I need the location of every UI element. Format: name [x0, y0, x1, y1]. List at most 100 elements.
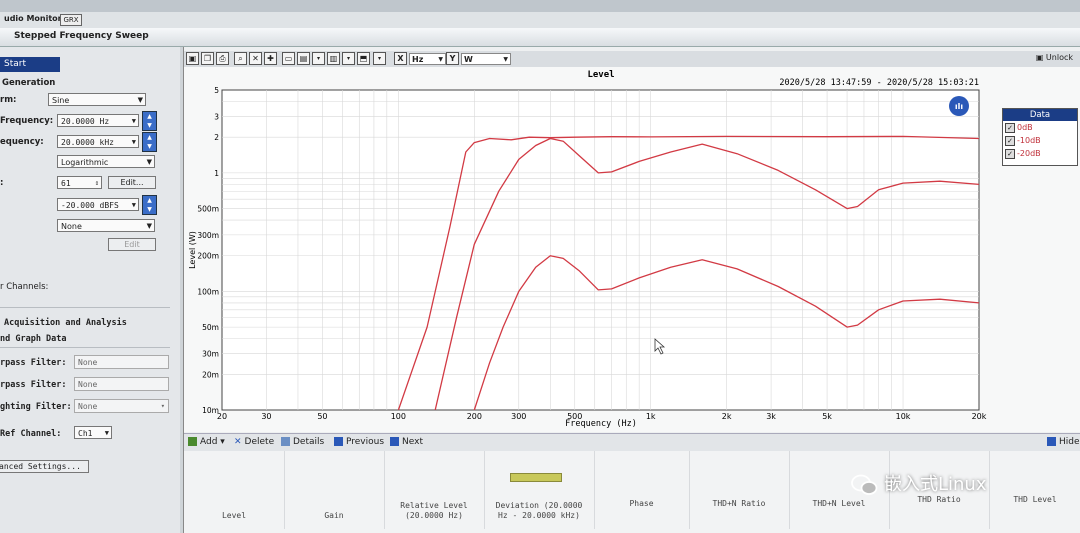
save-icon[interactable]: ▣ [186, 52, 199, 65]
points-field[interactable]: 61 ⇕ [57, 176, 102, 189]
checkbox-icon[interactable]: ✓ [1005, 136, 1015, 146]
print-icon[interactable]: ⎙ [216, 52, 229, 65]
window-title-bar [0, 0, 1080, 12]
dropdown-icon[interactable]: ▾ [342, 52, 355, 65]
lowpass-filter-label: rpass Filter: [0, 380, 67, 390]
stop-frequency-field[interactable]: 20.0000 kHz ▼ [57, 135, 139, 148]
stop-frequency-label: equency: [0, 137, 44, 147]
thumbnail-relative-level[interactable]: Relative Level (20.0000 Hz) [384, 451, 485, 529]
x-tick-label: 100 [391, 412, 406, 421]
x-tick-label: 20k [972, 412, 987, 421]
bandpass-filter-field[interactable]: None [74, 355, 169, 369]
chevron-down-icon: ▼ [137, 96, 143, 104]
legend-item-minus10db[interactable]: ✓ -10dB [1003, 134, 1077, 147]
divider [0, 307, 170, 308]
legend: Data ✓ 0dB ✓ -10dB ✓ -20dB [1002, 108, 1078, 166]
menu-badge[interactable]: GRX [60, 14, 82, 26]
waveform-select[interactable]: Sine ▼ [48, 93, 146, 106]
next-button[interactable]: Next [390, 437, 423, 447]
y-tick-label: 30m [202, 349, 219, 358]
add-button[interactable]: Add ▾ [188, 437, 225, 447]
start-frequency-stepper[interactable]: ▲ ▼ [142, 111, 157, 131]
advanced-settings-button[interactable]: anced Settings... [0, 460, 89, 473]
dropdown-icon[interactable]: ▾ [373, 52, 386, 65]
stepper-icon: ⇕ [94, 179, 99, 187]
unlock-button[interactable]: ▣ Unlock [1036, 53, 1073, 62]
graph-window: ▣ ❐ ⎙ ⌕ ✕ ✚ ▭ ▤ ▾ ▥ ▾ ⬒ ▾ X Hz ▼ Y W ▼ ▣ U… [183, 47, 1080, 533]
zoom-icon[interactable]: ⌕ [234, 52, 247, 65]
zoom-fit-icon[interactable]: ✕ [249, 52, 262, 65]
chevron-down-icon: ▼ [131, 201, 136, 209]
chart-title: Level [587, 70, 614, 80]
plot-area[interactable]: Level 2020/5/28 13:47:59 - 2020/5/28 15:… [184, 67, 1080, 432]
thumbnail-level[interactable]: Level [184, 451, 285, 529]
level-chart[interactable]: Level 2020/5/28 13:47:59 - 2020/5/28 15:… [184, 67, 1080, 432]
y-axis-icon[interactable]: Y [446, 52, 459, 65]
start-frequency-label: Frequency: [0, 116, 54, 126]
level-stepper[interactable]: ▲ ▼ [142, 195, 157, 215]
y-tick-label: 5 [214, 86, 219, 95]
details-button[interactable]: Details [281, 437, 324, 447]
dropdown-icon[interactable]: ▾ [312, 52, 325, 65]
thumbnail-phase[interactable]: Phase [594, 451, 690, 529]
thumbnail-thdn-ratio[interactable]: THD+N Ratio [689, 451, 790, 529]
x-axis-icon[interactable]: X [394, 52, 407, 65]
weighting-filter-label: ghting Filter: [0, 402, 72, 412]
weighting-filter-select[interactable]: None ▾ [74, 399, 169, 413]
x-scale-icon[interactable]: ▤ [297, 52, 310, 65]
sweep-type-select[interactable]: Logarithmic ▼ [57, 155, 155, 168]
eq-select[interactable]: None ▼ [57, 219, 155, 232]
unlock-icon: ▣ [1035, 53, 1046, 62]
thumbnail-gain[interactable]: Gain [284, 451, 385, 529]
stop-frequency-stepper[interactable]: ▲ ▼ [142, 132, 157, 152]
legend-title: Data [1003, 109, 1077, 121]
thumbnail-deviation[interactable]: Deviation (20.0000 Hz - 20.0000 kHz) [484, 451, 595, 529]
legend-item-minus20db[interactable]: ✓ -20dB [1003, 147, 1077, 160]
x-tick-label: 200 [467, 412, 482, 421]
hide-icon [1047, 437, 1056, 446]
sweep-title: Stepped Frequency Sweep [14, 31, 149, 41]
watermark: 嵌入式Linux [850, 470, 987, 497]
checkbox-icon[interactable]: ✓ [1005, 149, 1015, 159]
previous-button[interactable]: Previous [334, 437, 384, 447]
chevron-down-icon: ▼ [104, 429, 109, 437]
y-tick-label: 200m [197, 252, 219, 261]
hide-button[interactable]: Hide [1047, 437, 1080, 447]
y-tick-label: 50m [202, 323, 219, 332]
x-tick-label: 3k [766, 412, 776, 421]
ref-channel-select[interactable]: Ch1 ▼ [74, 426, 112, 439]
y-unit-select[interactable]: W ▼ [461, 53, 511, 65]
level-field[interactable]: -20.000 dBFS ▼ [57, 198, 139, 211]
divider [0, 347, 170, 348]
start-frequency-field[interactable]: 20.0000 Hz ▼ [57, 114, 139, 127]
copy-icon[interactable]: ❐ [201, 52, 214, 65]
close-icon: ✕ [234, 437, 242, 447]
waveform-label: rm: [0, 95, 17, 105]
y-scale-icon[interactable]: ▥ [327, 52, 340, 65]
thumbnail-thd-level[interactable]: THD Level [989, 451, 1080, 529]
details-icon [281, 437, 290, 446]
checkbox-icon[interactable]: ✓ [1005, 123, 1015, 133]
graph-area-icon[interactable]: ▭ [282, 52, 295, 65]
y-axis-label: Level (W) [188, 231, 197, 269]
add-icon [188, 437, 197, 446]
x-unit-select[interactable]: Hz ▼ [409, 53, 446, 65]
previous-icon [334, 437, 343, 446]
x-tick-label: 1k [646, 412, 656, 421]
crosshair-icon[interactable]: ✚ [264, 52, 277, 65]
start-button[interactable]: Start [0, 57, 60, 72]
y-tick-label: 10m [202, 406, 219, 415]
points-label: : [0, 178, 4, 188]
generation-heading: Generation [2, 78, 56, 88]
edit-eq-button[interactable]: Edit [108, 238, 156, 251]
export-icon[interactable]: ⬒ [357, 52, 370, 65]
edit-points-button[interactable]: Edit... [108, 176, 156, 189]
wechat-icon [851, 474, 878, 495]
y-tick-label: 20m [202, 370, 219, 379]
chart-timestamp: 2020/5/28 13:47:59 - 2020/5/28 15:03:21 [779, 78, 979, 88]
deviation-thumbnail-bar [510, 473, 562, 482]
x-tick-label: 30 [261, 412, 271, 421]
delete-button[interactable]: ✕ Delete [234, 437, 274, 447]
legend-item-0db[interactable]: ✓ 0dB [1003, 121, 1077, 134]
lowpass-filter-field[interactable]: None [74, 377, 169, 391]
